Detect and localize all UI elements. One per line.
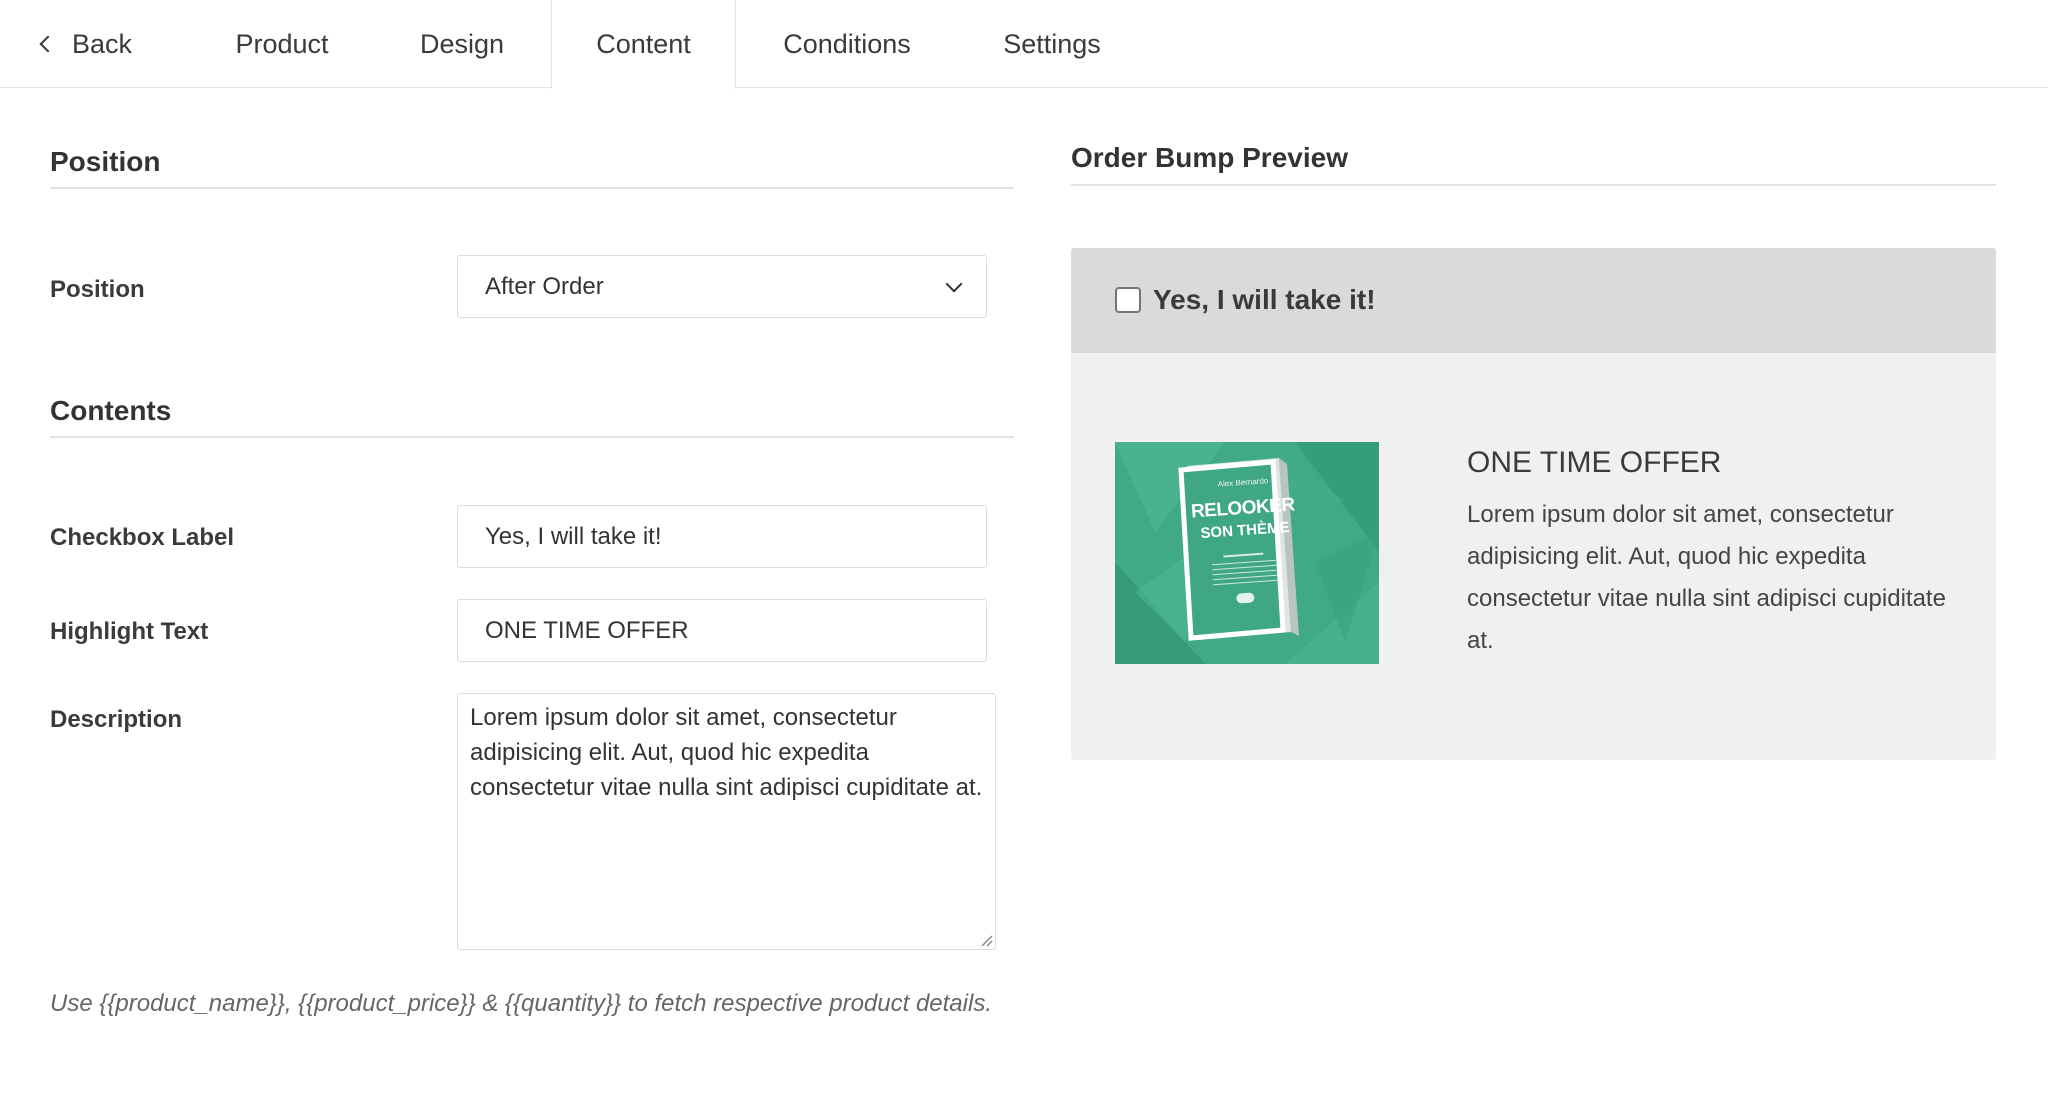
checkbox-label-input-value: Yes, I will take it! xyxy=(485,522,662,550)
preview-header: Yes, I will take it! xyxy=(1071,248,1996,353)
position-label: Position xyxy=(50,276,145,303)
highlight-text-label: Highlight Text xyxy=(50,618,209,645)
contents-section-title: Contents xyxy=(50,395,172,426)
chevron-left-icon xyxy=(39,35,57,53)
position-divider xyxy=(50,187,1014,189)
preview-title: Order Bump Preview xyxy=(1071,142,1348,173)
preview-offer-description: Lorem ipsum dolor sit amet, consectetur … xyxy=(1467,501,1946,654)
tab-conditions[interactable]: Conditions xyxy=(758,0,936,88)
description-label: Description xyxy=(50,706,183,733)
book-text-lines xyxy=(1211,552,1278,605)
position-select[interactable]: After Order xyxy=(457,255,987,318)
highlight-text-input[interactable]: ONE TIME OFFER xyxy=(457,599,987,662)
order-bump-preview: Yes, I will take it! Alex Bernardo RELOO… xyxy=(1071,248,1996,760)
chevron-down-icon xyxy=(945,275,963,293)
tab-bar: Back Product Design Content Conditions S… xyxy=(0,0,2048,89)
contents-divider xyxy=(50,436,1014,438)
resize-handle-icon[interactable] xyxy=(979,933,993,947)
checkbox-label-label: Checkbox Label xyxy=(50,524,235,551)
tab-content[interactable]: Content xyxy=(551,0,736,89)
preview-checkbox[interactable] xyxy=(1115,287,1141,313)
preview-divider xyxy=(1071,184,1996,186)
tab-settings[interactable]: Settings xyxy=(962,0,1142,88)
tab-product[interactable]: Product xyxy=(206,0,358,88)
position-section-title: Position xyxy=(50,146,161,177)
preview-checkbox-label[interactable]: Yes, I will take it! xyxy=(1153,284,1376,316)
template-variables-hint: Use {{product_name}}, {{product_price}} … xyxy=(50,990,992,1017)
back-label: Back xyxy=(72,28,133,59)
preview-offer-title: ONE TIME OFFER xyxy=(1467,446,1722,479)
product-image: Alex Bernardo RELOOKER SON THÈME xyxy=(1115,442,1379,664)
description-textarea-value: Lorem ipsum dolor sit amet, consectetur … xyxy=(470,704,983,801)
checkbox-label-input[interactable]: Yes, I will take it! xyxy=(457,505,987,568)
tab-design[interactable]: Design xyxy=(376,0,548,88)
position-select-value: After Order xyxy=(485,272,604,300)
back-button[interactable]: Back xyxy=(30,0,150,88)
description-textarea[interactable]: Lorem ipsum dolor sit amet, consectetur … xyxy=(457,693,996,950)
highlight-text-input-value: ONE TIME OFFER xyxy=(485,616,689,644)
